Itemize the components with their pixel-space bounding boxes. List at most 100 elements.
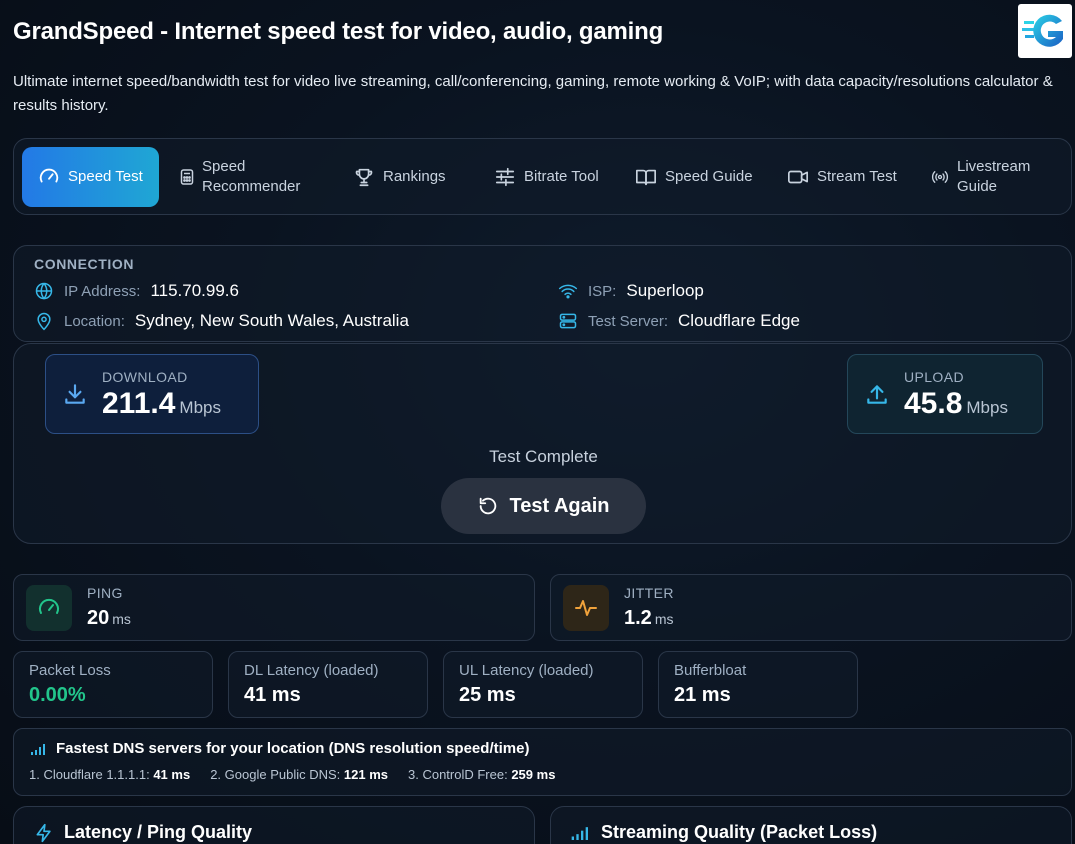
jitter-unit: ms bbox=[654, 611, 674, 627]
jitter-value: 1.2 bbox=[624, 607, 652, 629]
latency-quality-title: Latency / Ping Quality bbox=[64, 822, 253, 842]
connection-panel: CONNECTION IP Address: 115.70.99.6 Locat… bbox=[13, 245, 1072, 342]
nav-bitrate-tool[interactable]: Bitrate Tool bbox=[494, 147, 599, 207]
isp-row: ISP: Superloop bbox=[558, 281, 704, 301]
ping-value: 20 bbox=[87, 607, 110, 629]
server-value: Cloudflare Edge bbox=[678, 311, 800, 330]
dns-item: 3. ControlD Free: 259 ms bbox=[408, 767, 555, 782]
page-title: GrandSpeed - Internet speed test for vid… bbox=[13, 18, 664, 45]
packet-loss-value: 0.00% bbox=[29, 684, 86, 706]
packet-loss-card: Packet Loss 0.00% bbox=[13, 651, 213, 718]
speed-panel: DOWNLOAD 211.4 Mbps UPLOAD 45.8 Mbps Test … bbox=[13, 343, 1072, 544]
nav-speed-recommender[interactable]: Speed Recommender bbox=[180, 147, 330, 207]
refresh-icon bbox=[480, 497, 497, 515]
nav-rankings[interactable]: Rankings bbox=[353, 147, 446, 207]
location-label: Location: bbox=[64, 312, 125, 330]
nav-speed-guide[interactable]: Speed Guide bbox=[635, 147, 753, 207]
lightning-icon bbox=[36, 823, 51, 842]
trophy-icon bbox=[355, 168, 373, 187]
nav-label: Speed Guide bbox=[665, 168, 753, 185]
nav-label: Livestream Guide bbox=[957, 158, 1031, 195]
dns-panel: Fastest DNS servers for your location (D… bbox=[13, 728, 1072, 796]
download-box: DOWNLOAD 211.4 Mbps bbox=[45, 354, 259, 434]
nav-label: Bitrate Tool bbox=[524, 168, 599, 185]
map-pin-icon bbox=[37, 312, 51, 331]
signal-bars-icon bbox=[31, 743, 45, 755]
wifi-icon bbox=[558, 284, 578, 299]
jitter-card: JITTER 1.2 ms bbox=[550, 574, 1072, 641]
nav-stream-test[interactable]: Stream Test bbox=[787, 147, 897, 207]
gauge-icon bbox=[39, 168, 59, 183]
dl-latency-label: DL Latency (loaded) bbox=[244, 662, 379, 679]
test-again-label: Test Again bbox=[509, 494, 610, 517]
download-label: DOWNLOAD bbox=[102, 369, 188, 385]
page-subtitle: Ultimate internet speed/bandwidth test f… bbox=[13, 73, 1053, 114]
location-value: Sydney, New South Wales, Australia bbox=[134, 311, 409, 330]
ul-latency-label: UL Latency (loaded) bbox=[459, 662, 594, 679]
nav-label: Rankings bbox=[383, 168, 446, 185]
nav-label: Speed Test bbox=[68, 168, 143, 185]
calculator-icon bbox=[180, 169, 194, 185]
server-row: Test Server: Cloudflare Edge bbox=[558, 311, 800, 331]
download-unit: Mbps bbox=[179, 398, 221, 417]
nav-speed-test[interactable]: Speed Test bbox=[22, 147, 159, 207]
latency-quality-card: Latency / Ping Quality bbox=[13, 806, 535, 844]
video-icon bbox=[788, 170, 808, 184]
book-icon bbox=[636, 169, 656, 186]
ul-latency-value: 25 ms bbox=[459, 684, 516, 706]
dns-list: 1. Cloudflare 1.1.1.1: 41 ms 2. Google P… bbox=[29, 767, 555, 782]
streaming-quality-title: Streaming Quality (Packet Loss) bbox=[601, 822, 878, 842]
download-value: 211.4 bbox=[102, 387, 176, 420]
packet-loss-label: Packet Loss bbox=[29, 662, 111, 679]
download-icon bbox=[65, 384, 85, 404]
dns-time: 121 ms bbox=[343, 767, 388, 782]
activity-icon bbox=[575, 600, 597, 616]
gauge-icon bbox=[39, 598, 59, 614]
dns-heading: Fastest DNS servers for your location (D… bbox=[56, 740, 530, 757]
dns-time: 259 ms bbox=[511, 767, 556, 782]
dns-time: 41 ms bbox=[153, 767, 191, 782]
jitter-label: JITTER bbox=[624, 585, 674, 601]
bufferbloat-value: 21 ms bbox=[674, 684, 731, 706]
dns-name: 2. Google Public DNS: bbox=[210, 767, 341, 782]
ip-row: IP Address: 115.70.99.6 bbox=[34, 281, 239, 301]
nav-label: Speed Recommender bbox=[202, 158, 301, 195]
streaming-quality-card: Streaming Quality (Packet Loss) bbox=[550, 806, 1072, 844]
test-again-button[interactable]: Test Again bbox=[441, 478, 646, 534]
location-row: Location: Sydney, New South Wales, Austr… bbox=[34, 311, 409, 331]
grandspeed-logo-icon bbox=[1022, 14, 1063, 47]
ping-label: PING bbox=[87, 585, 123, 601]
ping-unit: ms bbox=[112, 611, 131, 627]
nav-livestream-guide[interactable]: Livestream Guide bbox=[931, 147, 1051, 207]
brand-logo[interactable] bbox=[1018, 4, 1072, 58]
globe-icon bbox=[35, 282, 53, 300]
test-status: Test Complete bbox=[489, 447, 598, 466]
ping-card: PING 20 ms bbox=[13, 574, 535, 641]
ip-label: IP Address: bbox=[64, 282, 141, 300]
sliders-icon bbox=[495, 167, 515, 187]
server-icon bbox=[559, 313, 577, 329]
bufferbloat-label: Bufferbloat bbox=[674, 662, 747, 679]
dns-name: 1. Cloudflare 1.1.1.1: bbox=[29, 767, 150, 782]
isp-value: Superloop bbox=[626, 281, 704, 300]
server-label: Test Server: bbox=[588, 312, 669, 330]
ul-latency-card: UL Latency (loaded) 25 ms bbox=[443, 651, 643, 718]
dl-latency-card: DL Latency (loaded) 41 ms bbox=[228, 651, 428, 718]
bufferbloat-card: Bufferbloat 21 ms bbox=[658, 651, 858, 718]
main-nav: Speed Test Speed Recommender Rankings Bi… bbox=[13, 138, 1072, 215]
ip-value: 115.70.99.6 bbox=[150, 281, 239, 300]
broadcast-icon bbox=[931, 171, 949, 183]
dns-name: 3. ControlD Free: bbox=[408, 767, 508, 782]
connection-heading: CONNECTION bbox=[34, 256, 135, 272]
signal-bars-icon bbox=[571, 826, 588, 840]
upload-box: UPLOAD 45.8 Mbps bbox=[847, 354, 1043, 434]
upload-label: UPLOAD bbox=[904, 369, 964, 385]
nav-label: Stream Test bbox=[817, 168, 897, 185]
dns-item: 2. Google Public DNS: 121 ms bbox=[210, 767, 388, 782]
upload-icon bbox=[867, 385, 887, 404]
upload-unit: Mbps bbox=[966, 398, 1008, 417]
upload-value: 45.8 bbox=[904, 387, 963, 420]
dns-item: 1. Cloudflare 1.1.1.1: 41 ms bbox=[29, 767, 190, 782]
isp-label: ISP: bbox=[588, 282, 617, 300]
dl-latency-value: 41 ms bbox=[244, 684, 301, 706]
